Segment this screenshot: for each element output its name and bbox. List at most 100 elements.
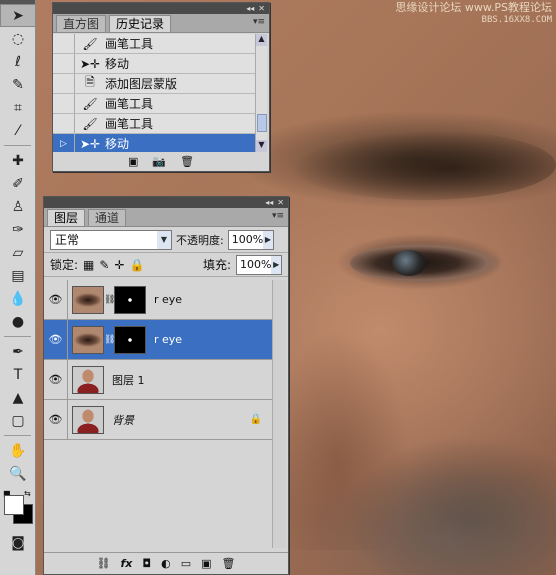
- collapse-icon[interactable]: ◂◂: [265, 198, 273, 207]
- layer-row-background[interactable]: 👁 背景 🔒: [44, 399, 274, 440]
- clone-stamp-tool-icon[interactable]: ♙: [0, 195, 36, 218]
- fill-field[interactable]: 100% ▶: [236, 254, 282, 275]
- zoom-tool-icon[interactable]: 🔍: [0, 462, 36, 485]
- lock-transparency-icon[interactable]: ▦: [83, 258, 94, 272]
- history-source-checkbox[interactable]: [53, 94, 75, 113]
- layer-thumbnail[interactable]: [72, 325, 104, 354]
- lock-label: 锁定:: [50, 258, 79, 272]
- panel-menu-icon[interactable]: ▾≡: [253, 17, 265, 27]
- lock-all-icon[interactable]: 🔒: [130, 258, 145, 272]
- layer-name[interactable]: r eye: [154, 293, 182, 306]
- hand-tool-icon[interactable]: ✋: [0, 439, 36, 462]
- scroll-up-icon[interactable]: ▲: [256, 34, 267, 46]
- layer-row[interactable]: 👁 ⛓ r eye: [44, 279, 274, 320]
- close-icon[interactable]: ✕: [277, 198, 284, 207]
- history-source-checkbox[interactable]: [53, 34, 75, 53]
- trash-icon[interactable]: 🗑: [180, 155, 194, 168]
- move-icon: ➤✛: [79, 56, 101, 71]
- panel-title-bar[interactable]: ◂◂ ✕: [44, 197, 288, 208]
- lock-pixels-icon[interactable]: ✎: [99, 258, 109, 272]
- tab-histogram[interactable]: 直方图: [56, 15, 107, 32]
- layer-row[interactable]: 👁 图层 1: [44, 359, 274, 400]
- type-tool-icon[interactable]: T: [0, 363, 36, 386]
- layer-name[interactable]: 背景: [112, 412, 134, 428]
- dodge-tool-icon[interactable]: ●: [0, 310, 36, 333]
- gradient-tool-icon[interactable]: ▤: [0, 264, 36, 287]
- chevron-down-icon[interactable]: ▼: [157, 230, 171, 249]
- history-source-checkbox[interactable]: ▷: [53, 134, 75, 152]
- lasso-tool-icon[interactable]: ℓ: [0, 50, 36, 73]
- tab-layers[interactable]: 图层: [47, 209, 86, 226]
- marquee-tool-icon[interactable]: ◌: [0, 27, 36, 50]
- path-select-tool-icon[interactable]: ▲: [0, 386, 36, 409]
- crop-tool-icon[interactable]: ⌗: [0, 96, 36, 119]
- visibility-eye-icon[interactable]: 👁: [44, 279, 68, 320]
- link-layers-icon[interactable]: ⛓: [97, 557, 111, 570]
- history-item-selected[interactable]: ▷ ➤✛ 移动: [53, 134, 257, 152]
- healing-brush-tool-icon[interactable]: ✚: [0, 149, 36, 172]
- scroll-thumb[interactable]: [257, 114, 267, 132]
- layers-scrollbar[interactable]: [272, 280, 286, 548]
- watermark-line2: BBS.16XX8.COM: [481, 15, 552, 25]
- brush-icon: 🖌: [82, 96, 98, 111]
- layer-thumbnail[interactable]: [72, 285, 104, 314]
- history-panel: ◂◂ ✕ 直方图 历史记录 ▾≡ 🖌 画笔工具 ➤✛ 移动 🗎 添加图层蒙版 🖌…: [52, 2, 270, 172]
- snapshot-icon[interactable]: 📷: [152, 155, 166, 168]
- blur-tool-icon[interactable]: 💧: [0, 287, 36, 310]
- history-scrollbar[interactable]: ▲ ▼: [255, 34, 267, 152]
- visibility-eye-icon[interactable]: 👁: [44, 399, 68, 440]
- tab-history[interactable]: 历史记录: [109, 15, 172, 32]
- history-item-label: 画笔工具: [105, 117, 154, 131]
- history-item[interactable]: ➤✛ 移动: [53, 54, 257, 74]
- layer-name[interactable]: r eye: [154, 333, 182, 346]
- shape-tool-icon[interactable]: ▢: [0, 409, 36, 432]
- swap-colors-icon[interactable]: ⇆: [24, 489, 31, 498]
- link-icon[interactable]: ⛓: [104, 335, 115, 345]
- history-source-checkbox[interactable]: [53, 114, 75, 133]
- new-layer-icon[interactable]: ▣: [201, 557, 211, 570]
- panel-title-bar[interactable]: ◂◂ ✕: [53, 3, 269, 14]
- foreground-color-swatch[interactable]: [4, 495, 24, 515]
- layer-thumbnail[interactable]: [72, 365, 104, 394]
- history-item[interactable]: 🗎 添加图层蒙版: [53, 74, 257, 94]
- history-item[interactable]: 🖌 画笔工具: [53, 114, 257, 134]
- adjustment-layer-icon[interactable]: ◐: [161, 557, 171, 570]
- blend-mode-select[interactable]: 正常 ▼: [50, 229, 172, 250]
- fx-icon[interactable]: fx: [120, 557, 132, 570]
- add-mask-icon[interactable]: ◘: [142, 557, 151, 570]
- layer-row-selected[interactable]: 👁 ⛓ r eye: [44, 319, 274, 360]
- visibility-eye-icon[interactable]: 👁: [44, 319, 68, 360]
- chevron-right-icon[interactable]: ▶: [271, 255, 281, 274]
- history-brush-tool-icon[interactable]: ✑: [0, 218, 36, 241]
- layer-thumbnail[interactable]: [72, 405, 104, 434]
- layers-footer: ⛓ fx ◘ ◐ ▭ ▣ 🗑: [44, 552, 288, 574]
- history-item[interactable]: 🖌 画笔工具: [53, 94, 257, 114]
- watermark: 思缘设计论坛 www.PS教程论坛 BBS.16XX8.COM: [395, 2, 552, 26]
- pen-tool-icon[interactable]: ✒: [0, 340, 36, 363]
- history-source-checkbox[interactable]: [53, 54, 75, 73]
- layer-mask-thumbnail[interactable]: [114, 285, 146, 314]
- trash-icon[interactable]: 🗑: [222, 557, 236, 570]
- layer-name[interactable]: 图层 1: [112, 372, 145, 388]
- chevron-right-icon[interactable]: ▶: [263, 230, 273, 249]
- collapse-icon[interactable]: ◂◂: [246, 4, 254, 13]
- eraser-tool-icon[interactable]: ▱: [0, 241, 36, 264]
- eyedropper-tool-icon[interactable]: ⁄: [0, 119, 36, 142]
- brush-icon: 🖌: [82, 116, 98, 131]
- tab-channels[interactable]: 通道: [88, 209, 127, 226]
- layer-mask-thumbnail[interactable]: [114, 325, 146, 354]
- lock-position-icon[interactable]: ✛: [114, 258, 124, 272]
- brush-tool-icon[interactable]: ✐: [0, 172, 36, 195]
- quick-mask-icon[interactable]: ◙: [0, 531, 36, 554]
- history-item[interactable]: 🖌 画笔工具: [53, 34, 257, 54]
- new-group-icon[interactable]: ▭: [181, 557, 191, 570]
- move-tool-icon[interactable]: ➤: [0, 4, 36, 27]
- visibility-eye-icon[interactable]: 👁: [44, 359, 68, 400]
- close-icon[interactable]: ✕: [258, 4, 265, 13]
- history-source-checkbox[interactable]: [53, 74, 75, 93]
- quick-select-tool-icon[interactable]: ✎: [0, 73, 36, 96]
- opacity-field[interactable]: 100% ▶: [227, 229, 274, 250]
- new-document-from-state-icon[interactable]: ▣: [128, 155, 138, 168]
- panel-menu-icon[interactable]: ▾≡: [272, 211, 284, 221]
- link-icon[interactable]: ⛓: [104, 295, 115, 305]
